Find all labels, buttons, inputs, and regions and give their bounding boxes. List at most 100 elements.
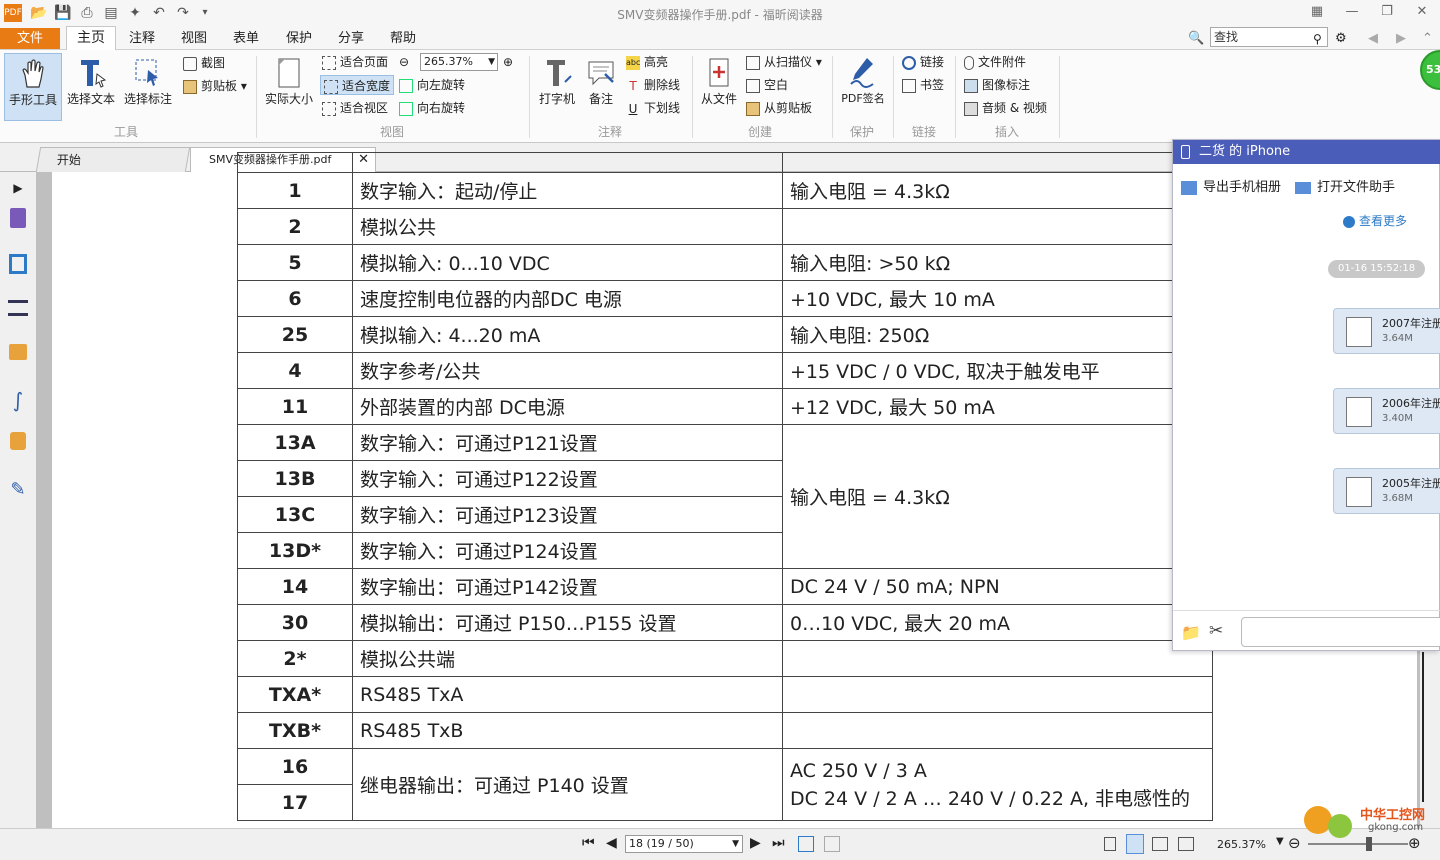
maximize-button[interactable]: ❐ xyxy=(1375,3,1399,21)
export-album-button[interactable]: 导出手机相册 xyxy=(1181,176,1281,195)
highlight-button[interactable]: abc 高亮 xyxy=(626,52,668,72)
highlight-label: 高亮 xyxy=(644,55,669,69)
minimize-button[interactable]: — xyxy=(1340,3,1364,21)
rotate-right-button[interactable]: 向右旋转 xyxy=(399,98,465,118)
menu-share[interactable]: 分享 xyxy=(338,29,364,49)
pages-icon[interactable] xyxy=(9,254,27,274)
pdf-sign-button[interactable]: PDF签名 xyxy=(838,56,888,106)
tab-start[interactable]: 开始 xyxy=(35,147,191,172)
hand-tool-button[interactable]: 手形工具 xyxy=(4,53,62,121)
settings-icon[interactable]: ⚙ xyxy=(1335,29,1347,49)
next-view-icon[interactable] xyxy=(824,836,840,852)
layers-icon[interactable] xyxy=(8,300,28,316)
typewriter-button[interactable]: 打字机 xyxy=(534,56,580,107)
attach-folder-icon[interactable]: 📁 xyxy=(1181,623,1201,642)
zoom-dropdown-icon[interactable]: ▼ xyxy=(488,54,495,70)
open-assistant-button[interactable]: 打开文件助手 xyxy=(1295,176,1395,195)
back-icon[interactable]: ◀ xyxy=(1368,29,1378,49)
page-dropdown-icon[interactable]: ▼ xyxy=(732,836,739,852)
audio-video-button[interactable]: 音频 & 视频 xyxy=(964,98,1047,118)
next-page-icon[interactable]: ▶ xyxy=(750,835,761,851)
close-button[interactable]: ✕ xyxy=(1410,3,1434,21)
find-folder-icon[interactable]: 🔍 xyxy=(1188,29,1204,49)
file-message-card[interactable]: 2006年注册 3.40M xyxy=(1333,388,1440,434)
forward-icon[interactable]: ▶ xyxy=(1396,29,1406,49)
function-cell: 数字参考/公共 xyxy=(352,352,783,389)
continuous-page-icon[interactable] xyxy=(1126,834,1144,854)
file-attachment-button[interactable]: 文件附件 xyxy=(964,52,1026,72)
underline-button[interactable]: U 下划线 xyxy=(626,98,680,118)
last-page-icon[interactable]: ⏭ xyxy=(772,835,785,851)
strikeout-button[interactable]: T 删除线 xyxy=(626,75,680,95)
menu-form[interactable]: 表单 xyxy=(233,29,259,49)
link-label: 链接 xyxy=(920,55,945,69)
from-scanner-button[interactable]: 从扫描仪 ▾ xyxy=(746,52,822,72)
clipboard-button[interactable]: 剪贴板 ▾ xyxy=(183,76,247,96)
from-file-button[interactable]: 从文件 xyxy=(697,56,741,107)
single-page-icon[interactable] xyxy=(1104,837,1116,851)
clipboard-label: 剪贴板 xyxy=(201,79,238,93)
link-button[interactable]: 链接 xyxy=(902,52,944,72)
spec-cell: +15 VDC / 0 VDC, 取决于触发电平 xyxy=(782,352,1213,389)
select-annotation-button[interactable]: 选择标注 xyxy=(120,56,176,107)
note-icon xyxy=(588,61,614,86)
scissors-icon[interactable]: ✂ xyxy=(1209,621,1223,641)
terminal-table: 1 数字输入：起动/停止 输入电阻 = 4.3kΩ 2 模拟公共 5 模拟输入: 0...1… xyxy=(237,152,1213,821)
fit-page-button[interactable]: 适合页面 xyxy=(322,52,388,72)
previous-view-icon[interactable] xyxy=(798,836,814,852)
rotate-left-button[interactable]: 向左旋转 xyxy=(399,75,465,95)
menu-comment[interactable]: 注释 xyxy=(129,29,155,49)
rotate-left-label: 向左旋转 xyxy=(417,78,466,92)
scroll-thumb[interactable] xyxy=(1422,652,1424,802)
table-row: TXB* RS485 TxB xyxy=(237,712,1213,749)
continuous-facing-icon[interactable] xyxy=(1178,837,1194,851)
pin-cell: 1 xyxy=(237,172,353,209)
zoom-in-icon[interactable]: ⊕ xyxy=(503,52,513,72)
file-message-card[interactable]: 2007年注册 3.64M xyxy=(1333,308,1440,354)
screenshot-button[interactable]: 截图 xyxy=(183,53,225,73)
fit-width-button[interactable]: 适合宽度 xyxy=(320,75,395,95)
menu-help[interactable]: 帮助 xyxy=(390,29,416,49)
photo-export-icon xyxy=(1181,180,1197,195)
group-divider xyxy=(692,56,693,138)
search-icon[interactable]: ⚲ xyxy=(1313,29,1322,49)
menu-file[interactable]: 文件 xyxy=(0,28,60,49)
blank-button[interactable]: 空白 xyxy=(746,75,788,95)
bookmarks-icon[interactable] xyxy=(10,208,26,228)
status-zoom-dropdown-icon[interactable]: ▼ xyxy=(1276,836,1284,847)
first-page-icon[interactable]: ⏮ xyxy=(582,835,595,851)
security-lock-icon[interactable] xyxy=(10,432,26,450)
facing-page-icon[interactable] xyxy=(1152,837,1168,851)
expand-panel-icon[interactable]: ▶ xyxy=(6,176,30,200)
clipboard-dropdown-icon[interactable]: ▾ xyxy=(241,79,247,93)
status-zoom-out-icon[interactable]: ⊖ xyxy=(1288,834,1301,852)
search-input[interactable]: 查找 xyxy=(1210,27,1328,47)
restore-layout-icon[interactable]: ▦ xyxy=(1305,3,1329,21)
zoom-slider[interactable] xyxy=(1308,843,1408,845)
pin-cell: 25 xyxy=(237,316,353,353)
file-message-card[interactable]: 2005年注册 3.68M xyxy=(1333,468,1440,514)
select-text-button[interactable]: 选择文本 xyxy=(64,56,118,107)
fit-page-label: 适合页面 xyxy=(340,55,389,69)
menu-home[interactable]: 主页 xyxy=(66,26,116,51)
previous-page-icon[interactable]: ◀ xyxy=(606,835,617,851)
see-more-link[interactable]: 查看更多 xyxy=(1343,212,1407,229)
attachments-icon[interactable]: ∫ xyxy=(6,388,30,412)
signature-icon[interactable]: ✎ xyxy=(6,478,30,502)
comments-icon[interactable] xyxy=(9,344,27,360)
menu-view[interactable]: 视图 xyxy=(181,29,207,49)
function-cell: 数字输入：可通过P123设置 xyxy=(352,496,783,533)
from-clipboard-button[interactable]: 从剪贴板 xyxy=(746,98,812,118)
note-button[interactable]: 备注 xyxy=(582,56,620,107)
collapse-ribbon-icon[interactable]: ⌃ xyxy=(1422,29,1433,49)
scanner-dropdown-icon[interactable]: ▾ xyxy=(816,55,822,69)
fit-view-button[interactable]: 适合视区 xyxy=(322,98,388,118)
actual-size-button[interactable]: 实际大小 xyxy=(262,56,316,107)
bookmark-button[interactable]: 书签 xyxy=(902,75,944,95)
menu-protect[interactable]: 保护 xyxy=(286,29,312,49)
message-input[interactable] xyxy=(1241,617,1440,647)
zoom-select[interactable]: 265.37% ▼ xyxy=(420,53,498,71)
page-number-field[interactable]: 18 (19 / 50) ▼ xyxy=(625,835,743,853)
image-annotation-button[interactable]: 图像标注 xyxy=(964,75,1030,95)
zoom-out-icon[interactable]: ⊖ xyxy=(399,52,409,72)
